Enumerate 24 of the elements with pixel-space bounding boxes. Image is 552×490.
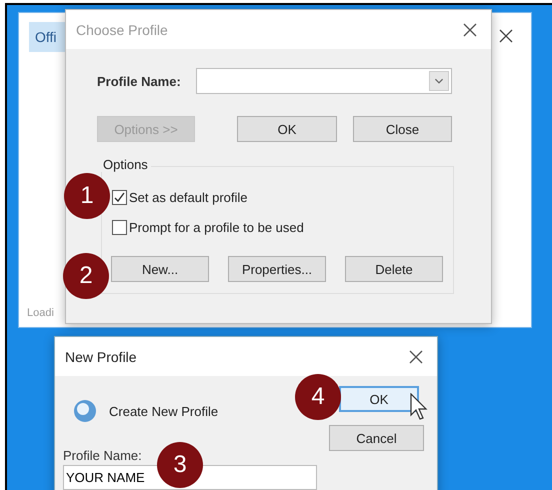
checkbox[interactable] [112,220,127,234]
dialog-heading: Create New Profile [109,404,218,418]
group-label: Options [100,157,151,172]
window-title: Choose Profile [76,22,168,38]
field-label: Profile Name: [97,74,182,88]
dialog-button[interactable]: Close [353,116,452,142]
close-icon[interactable] [463,22,477,36]
close-icon[interactable] [409,350,423,364]
globe-icon [73,398,97,424]
checkbox-label[interactable]: Set as default profile [129,190,248,204]
dialog-button[interactable]: OK [339,386,419,412]
dialog-button[interactable]: Properties... [228,256,326,282]
window-title: New Profile [65,348,137,364]
cursor-icon [410,393,430,421]
checkbox-label[interactable]: Prompt for a profile to be used [129,220,304,234]
status-text: Loadi [27,307,54,319]
field-label: Profile Name: [63,448,143,463]
dialog-button[interactable]: Delete [345,256,443,282]
dropdown-icon[interactable] [429,71,449,91]
dialog-button[interactable]: OK [237,116,337,142]
dialog-button[interactable]: New... [111,256,209,282]
close-icon[interactable] [499,29,513,43]
checkbox[interactable] [112,190,127,204]
dialog-button[interactable]: Cancel [329,425,424,451]
